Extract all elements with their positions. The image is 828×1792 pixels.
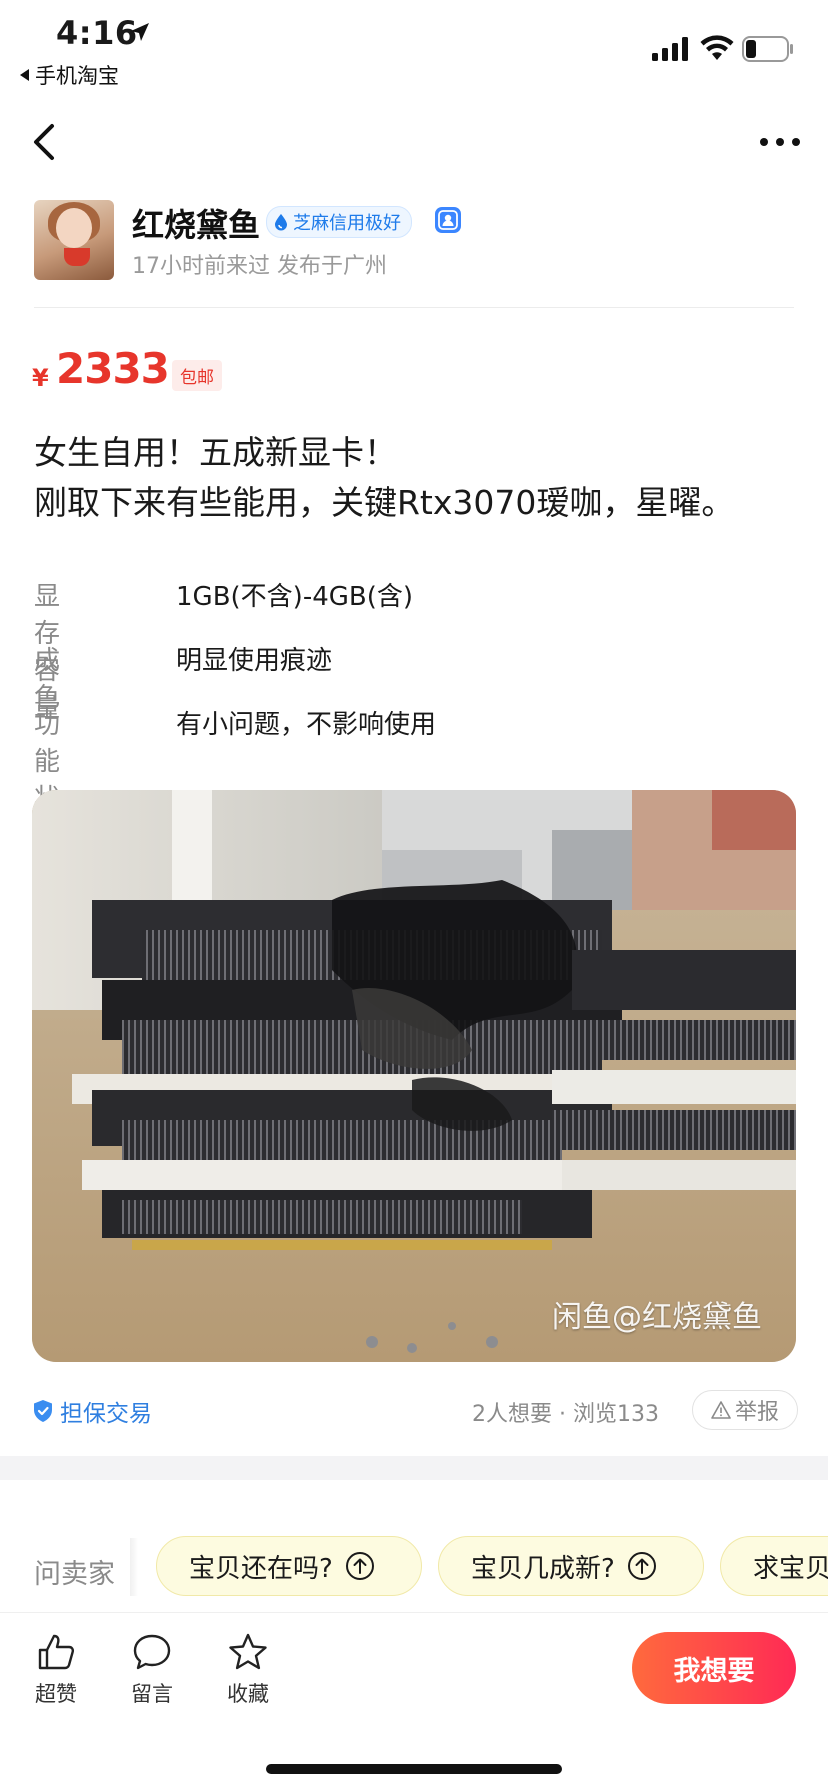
cellular-signal-icon (652, 37, 688, 61)
price-value: 2333 (56, 344, 170, 393)
attribute-value: 有小问题，不影响使用 (176, 710, 437, 740)
quick-question-chip[interactable]: 宝贝几成新? (438, 1536, 704, 1596)
free-shipping-tag: 包邮 (172, 360, 222, 391)
quick-question-chip[interactable]: 求宝贝 (720, 1536, 828, 1596)
favorite-label: 收藏 (227, 1682, 269, 1706)
favorite-action[interactable]: 收藏 (218, 1630, 278, 1708)
home-indicator (266, 1764, 562, 1774)
more-options-icon[interactable] (756, 128, 804, 156)
price-currency: ¥ (32, 364, 49, 392)
star-icon (229, 1633, 267, 1670)
like-label: 超赞 (35, 1682, 77, 1706)
item-title: 女生自用！五成新显卡！ 刚取下来有些能用，关键Rtx3070瑷咖，星曜。 (34, 428, 804, 528)
report-button[interactable]: 举报 (692, 1390, 798, 1430)
item-photo[interactable]: 闲鱼@红烧黛鱼 (32, 790, 796, 1362)
want-view-stats: 2人想要 · 浏览133 (472, 1402, 659, 1427)
photo-watermark: 闲鱼@红烧黛鱼 (552, 1300, 762, 1335)
back-chevron-icon[interactable] (28, 118, 64, 166)
ask-seller-label: 问卖家 (34, 1559, 115, 1590)
divider (130, 1538, 138, 1596)
wifi-icon (700, 35, 734, 60)
comment-action[interactable]: 留言 (122, 1630, 182, 1708)
status-time: 4:16 (56, 14, 138, 52)
back-to-app-link[interactable]: 手机淘宝 (20, 60, 119, 90)
seller-meta: 17小时前来过 发布于广州 (132, 254, 387, 279)
section-separator (0, 1456, 828, 1480)
item-title-line-1: 女生自用！五成新显卡！ (34, 433, 397, 472)
back-triangle-icon (20, 69, 29, 81)
credit-badge-label: 芝麻信用极好 (293, 213, 401, 234)
verified-person-icon[interactable] (434, 206, 462, 234)
ask-seller-bar: 问卖家 宝贝还在吗? 宝贝几成新? 求宝贝 (0, 1520, 828, 1612)
shield-check-icon (34, 1400, 52, 1422)
guarantee-label: 担保交易 (60, 1401, 152, 1427)
burnt-gpu-photo (32, 790, 796, 1362)
credit-badge[interactable]: 芝麻信用极好 (266, 206, 412, 238)
attribute-label: 成色 (34, 646, 61, 713)
quick-question-chip[interactable]: 宝贝还在吗? (156, 1536, 422, 1596)
back-app-label: 手机淘宝 (35, 64, 119, 88)
divider (0, 1612, 828, 1613)
comment-label: 留言 (131, 1682, 173, 1706)
want-button[interactable]: 我想要 (632, 1632, 796, 1704)
attribute-value: 明显使用痕迹 (176, 646, 333, 676)
battery-icon (742, 36, 793, 62)
seller-avatar[interactable] (34, 200, 114, 280)
thumbs-up-icon (38, 1634, 74, 1670)
warning-icon (711, 1401, 731, 1419)
report-label: 举报 (734, 1400, 779, 1425)
water-drop-icon (275, 214, 287, 231)
quick-question-label: 求宝贝 (753, 1553, 828, 1584)
guarantee-trade-link[interactable]: 担保交易 (32, 1394, 152, 1428)
arrow-up-circle-icon (345, 1552, 374, 1580)
item-detail-page: 4:16 手机淘宝 红烧黛鱼 芝麻信用极好 17小时前来过 发布于广州 ¥ 23… (0, 0, 828, 1792)
chat-bubble-icon (133, 1634, 171, 1670)
seller-info[interactable]: 红烧黛鱼 芝麻信用极好 17小时前来过 发布于广州 (34, 200, 794, 282)
quick-question-label: 宝贝还在吗? (189, 1553, 333, 1584)
item-title-line-2: 刚取下来有些能用，关键Rtx3070瑷咖，星曜。 (34, 483, 735, 522)
location-arrow-icon (131, 23, 149, 41)
quick-question-label: 宝贝几成新? (471, 1553, 615, 1584)
arrow-up-circle-icon (627, 1552, 656, 1580)
status-bar: 4:16 手机淘宝 (0, 0, 828, 100)
like-action[interactable]: 超赞 (26, 1630, 86, 1708)
attribute-value: 1GB(不含)-4GB(含) (176, 582, 414, 612)
seller-name[interactable]: 红烧黛鱼 (132, 200, 260, 246)
divider (34, 307, 794, 308)
